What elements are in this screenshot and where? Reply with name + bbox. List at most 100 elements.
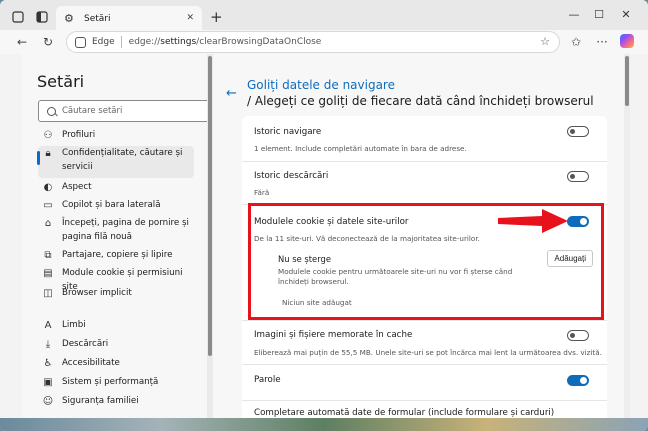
row-title: Parole (254, 375, 281, 385)
row-desc: Eliberează mai puțin de 55,5 MB. Unele s… (254, 348, 602, 357)
download-icon: ⤓ (45, 339, 51, 350)
sidebar-item-family[interactable]: ☺ Siguranța familiei (38, 394, 194, 408)
tab-actions-icon[interactable] (34, 9, 50, 25)
sidebar-item-label: Copilot și bara laterală (62, 200, 161, 210)
settings-content: Setări Căutare setări ⚇ Profiluri 🔒︎ Con… (22, 54, 630, 418)
exceptions-empty-text: Niciun site adăugat (282, 298, 352, 307)
sidebar-item-label: Accesibilitate (62, 358, 120, 368)
sidebar-item-copilot[interactable]: ▭ Copilot și bara laterală (38, 198, 194, 212)
close-icon[interactable]: ✕ (186, 13, 194, 23)
new-tab-plus-icon[interactable]: + (210, 8, 223, 26)
sidebar-item-label: Siguranța familiei (62, 396, 139, 406)
pointer-arrow-icon (498, 209, 568, 233)
profile-avatar-icon[interactable] (10, 9, 26, 25)
cookies-toggle[interactable] (567, 216, 589, 227)
row-download-history: Istoric descărcări Fără (242, 162, 607, 205)
main-panel: ← Goliți datele de navigare / Alegeți ce… (214, 54, 630, 418)
exceptions-desc: Modulele cookie pentru următoarele site-… (278, 267, 513, 286)
sidebar-item-profiles[interactable]: ⚇ Profiluri (38, 128, 194, 142)
gear-icon: ⚙ (64, 12, 74, 25)
add-site-button[interactable]: Adăugați (547, 250, 593, 267)
maximize-icon[interactable]: ☐ (591, 8, 607, 21)
row-title: Istoric descărcări (254, 171, 329, 181)
main-scrollbar-track[interactable] (624, 54, 630, 418)
tab-title: Setări (84, 14, 111, 24)
sidebar-item-label: Începeți, pagina de pornire și pagina fi… (62, 218, 189, 242)
page-title: / Alegeți ce goliți de fiecare dată când… (247, 94, 594, 108)
sidebar-item-appearance[interactable]: ◐ Aspect (38, 180, 194, 194)
breadcrumb[interactable]: Goliți datele de navigare (247, 78, 395, 92)
search-placeholder: Căutare setări (62, 106, 123, 116)
sidebar-item-share[interactable]: ⧉ Partajare, copiere și lipire (38, 248, 194, 262)
row-desc: 1 element. Include completări automate î… (254, 144, 467, 153)
sidebar-item-label: Limbi (62, 320, 86, 330)
performance-icon: ▣ (43, 377, 53, 388)
row-cache: Imagini și fișiere memorate în cache Eli… (242, 321, 607, 365)
family-icon: ☺ (42, 396, 54, 407)
sidebar-item-label: Descărcări (62, 339, 109, 349)
sidebar-icon: ▭ (43, 200, 53, 211)
share-icon: ⧉ (44, 250, 52, 261)
favorite-star-icon[interactable]: ☆ (540, 35, 550, 48)
language-icon: A (44, 320, 52, 331)
back-icon[interactable]: ← (14, 34, 30, 50)
browsing-history-toggle[interactable] (567, 126, 589, 137)
sidebar-item-languages[interactable]: A Limbi (38, 318, 194, 332)
home-icon: ⌂ (44, 218, 52, 229)
favorites-icon[interactable]: ✩ (568, 34, 584, 50)
navigation-bar: ← ↻ Edge edge://settings/clearBrowsingDa… (0, 30, 648, 54)
refresh-icon[interactable]: ↻ (40, 34, 56, 50)
more-icon[interactable]: ··· (594, 34, 610, 50)
cookie-icon: ▤ (43, 268, 53, 279)
row-desc: De la 11 site-uri. Vă deconectează de la… (254, 234, 480, 243)
appearance-icon: ◐ (43, 182, 53, 193)
close-window-icon[interactable]: ✕ (618, 8, 634, 21)
accessibility-icon: ♿︎ (43, 358, 53, 369)
sidebar-item-start[interactable]: ⌂ Începeți, pagina de pornire și pagina … (38, 216, 194, 244)
address-bar[interactable]: Edge edge://settings/clearBrowsingDataOn… (66, 31, 560, 53)
minimize-icon[interactable]: — (566, 8, 582, 21)
browser-icon: ◫ (43, 288, 53, 299)
browser-window: ⚙ Setări ✕ + — ☐ ✕ ← ↻ Edge edge://setti… (0, 0, 648, 431)
row-title: Imagini și fișiere memorate în cache (254, 330, 413, 340)
address-brand: Edge (92, 37, 115, 47)
row-browsing-history: Istoric navigare 1 element. Include comp… (242, 116, 607, 162)
cache-toggle[interactable] (567, 330, 589, 341)
address-url: edge://settings/clearBrowsingDataOnClose (128, 37, 322, 47)
sidebar-scrollbar-thumb[interactable] (208, 56, 212, 356)
sidebar-item-label: Sistem și performanță (62, 377, 159, 387)
row-title: Istoric navigare (254, 127, 322, 137)
passwords-toggle[interactable] (567, 375, 589, 386)
sidebar-item-label: Profiluri (62, 130, 96, 140)
sidebar-item-label: Browser implicit (62, 288, 132, 298)
copilot-icon[interactable] (620, 34, 634, 48)
sidebar-item-default-browser[interactable]: ◫ Browser implicit (38, 286, 194, 300)
address-divider (120, 36, 122, 48)
tab-bar: ⚙ Setări ✕ + — ☐ ✕ (0, 0, 648, 34)
search-input[interactable]: Căutare setări (38, 100, 210, 122)
settings-sidebar: Setări Căutare setări ⚇ Profiluri 🔒︎ Con… (22, 54, 213, 418)
row-title: Modulele cookie și datele site-urilor (254, 217, 409, 227)
row-passwords: Parole (242, 365, 607, 401)
exceptions-actions: Adăugați (242, 250, 607, 270)
search-icon (47, 106, 56, 116)
back-arrow-icon[interactable]: ← (226, 86, 237, 101)
sidebar-item-label: Aspect (62, 182, 92, 192)
tab-settings[interactable]: ⚙ Setări ✕ (56, 6, 202, 32)
row-title: Completare automată date de formular (in… (254, 408, 555, 418)
sidebar-item-privacy[interactable]: 🔒︎ Confidențialitate, căutare și servici… (37, 146, 194, 178)
sidebar-item-downloads[interactable]: ⤓ Descărcări (38, 337, 194, 351)
sidebar-item-system[interactable]: ▣ Sistem și performanță (38, 375, 194, 389)
sidebar-item-accessibility[interactable]: ♿︎ Accesibilitate (38, 356, 194, 370)
sidebar-title: Setări (37, 72, 85, 91)
main-scrollbar-thumb[interactable] (625, 56, 629, 106)
download-history-toggle[interactable] (567, 171, 589, 182)
lock-icon: 🔒︎ (45, 148, 51, 159)
edge-icon (75, 36, 86, 48)
settings-card: Istoric navigare 1 element. Include comp… (242, 116, 607, 418)
profile-icon: ⚇ (43, 130, 53, 141)
desktop-background (0, 418, 648, 431)
sidebar-item-label: Confidențialitate, căutare și servicii (62, 148, 183, 172)
sidebar-item-label: Partajare, copiere și lipire (62, 250, 173, 260)
row-desc: Fără (254, 188, 270, 197)
